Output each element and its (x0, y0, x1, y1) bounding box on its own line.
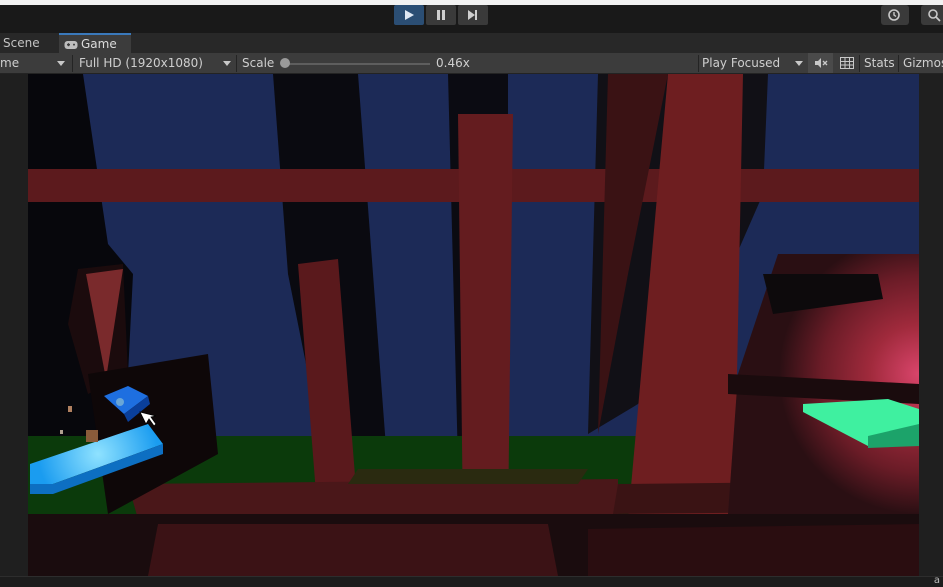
history-icon (888, 9, 900, 21)
pause-icon (437, 10, 445, 20)
gizmos-button[interactable]: Gizmos (903, 53, 943, 73)
floor-beam-front (128, 479, 618, 519)
gizmos-label: Gizmos (903, 56, 943, 70)
grid-icon (840, 57, 854, 69)
step-button[interactable] (458, 5, 488, 25)
status-bar: a (0, 575, 943, 587)
foreground-floor-right (588, 524, 919, 576)
resolution-chevron-down-icon (223, 61, 231, 66)
divider (72, 55, 73, 72)
resolution-label: Full HD (1920x1080) (79, 56, 203, 70)
tab-game[interactable]: Game (59, 33, 131, 53)
mute-icon (815, 58, 828, 68)
red-pillar-center (458, 114, 513, 524)
game-render (28, 74, 919, 576)
divider (898, 55, 899, 72)
foreground-beam (148, 524, 558, 576)
pause-button[interactable] (426, 5, 456, 25)
particle (68, 406, 72, 412)
search-button[interactable] (921, 5, 943, 25)
play-icon (405, 10, 414, 20)
stats-button[interactable]: Stats (864, 53, 895, 73)
particle (60, 430, 63, 434)
mute-audio-button[interactable] (808, 53, 833, 73)
stats-grid-button[interactable] (837, 53, 857, 73)
history-button[interactable] (881, 5, 909, 25)
tab-bar (0, 33, 943, 53)
step-icon (468, 10, 477, 20)
collectible-crate (86, 430, 98, 442)
scale-slider-track[interactable] (285, 63, 430, 65)
right-gutter (919, 74, 943, 576)
scale-label: Scale (242, 56, 275, 70)
play-mode-chevron-down-icon (795, 61, 803, 66)
game-viewport[interactable] (28, 74, 919, 576)
tab-game-label: Game (81, 37, 117, 51)
left-gutter (0, 74, 28, 576)
play-button[interactable] (394, 5, 424, 25)
resolution-dropdown[interactable]: Full HD (1920x1080) (79, 53, 219, 73)
tab-scene[interactable]: Scene (0, 34, 55, 53)
divider (698, 55, 699, 72)
player-eye (116, 398, 124, 406)
play-mode-label: Play Focused (702, 56, 781, 70)
search-icon (928, 9, 941, 22)
tab-scene-label: Scene (3, 36, 40, 50)
floor-tile (348, 469, 588, 484)
stats-label: Stats (864, 56, 895, 70)
status-text: a (933, 575, 940, 586)
divider (859, 55, 860, 72)
divider (236, 55, 237, 72)
scale-slider-handle[interactable] (280, 58, 290, 68)
display-dropdown[interactable]: me (0, 53, 60, 73)
playmode-controls (394, 5, 488, 25)
gamepad-icon (64, 41, 78, 49)
display-label: me (0, 56, 20, 70)
scale-value: 0.46x (436, 56, 470, 70)
play-mode-dropdown[interactable]: Play Focused (702, 53, 792, 73)
display-chevron-down-icon (57, 61, 65, 66)
